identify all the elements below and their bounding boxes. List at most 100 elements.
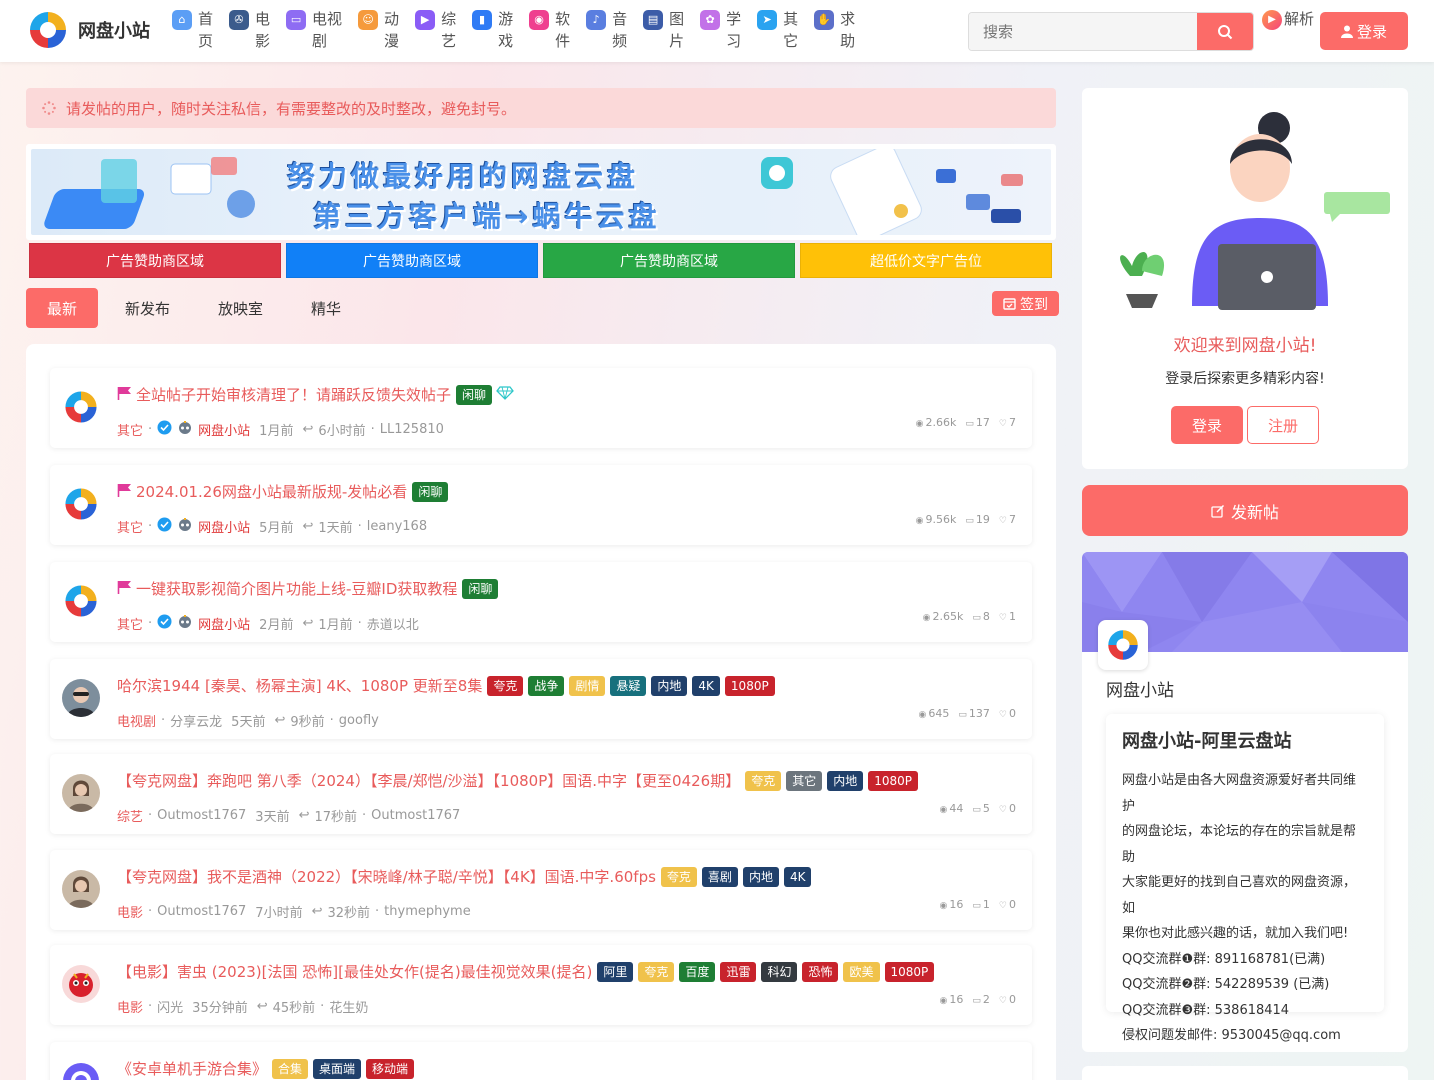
nav-item-film-reel[interactable]: ✇ 电影	[229, 8, 270, 52]
post-tag[interactable]: 4K	[692, 675, 720, 696]
post-tag[interactable]: 夸克	[638, 961, 675, 982]
search-input[interactable]	[969, 13, 1197, 50]
post-replier[interactable]: 赤道以北	[367, 614, 419, 633]
post-author[interactable]: 分享云龙	[170, 711, 222, 730]
post-category[interactable]: 其它	[117, 420, 143, 439]
user-avatar[interactable]	[62, 774, 100, 812]
post-author[interactable]: Outmost1767	[157, 904, 246, 919]
post-author[interactable]: 网盘小站	[198, 517, 250, 536]
post-card[interactable]: 一键获取影视简介图片功能上线-豆瓣ID获取教程 闲聊 其它 · 网盘小站 2月前 ↩ 1月前 ·…	[50, 562, 1032, 642]
post-card[interactable]: 【电影】害虫 (2023)[法国 恐怖][最佳处女作(提名)最佳视觉效果(提名)…	[50, 945, 1032, 1025]
promo-banner[interactable]: 努力做最好用的网盘云盘 第三方客户端→蜗牛云盘	[26, 144, 1056, 240]
post-tag[interactable]: 剧情	[569, 675, 606, 696]
tab-1[interactable]: 新发布	[104, 288, 191, 328]
post-tag[interactable]: 欧美	[843, 961, 880, 982]
post-replier[interactable]: goofly	[339, 713, 379, 728]
nav-item-study[interactable]: ✿ 学习	[700, 8, 741, 52]
post-card[interactable]: 2024.01.26网盘小站最新版规-发帖必看 闲聊 其它 · 网盘小站 5月前 ↩ 1天前 ·…	[50, 465, 1032, 545]
nav-item-anime-face[interactable]: ☺ 动漫	[358, 8, 399, 52]
post-tag[interactable]: 夸克	[660, 866, 697, 887]
post-tag[interactable]: 喜剧	[701, 866, 738, 887]
nav-item-parse[interactable]: ▶ 解析	[1262, 8, 1314, 30]
new-post-button[interactable]: 发新帖	[1082, 485, 1408, 536]
post-category[interactable]: 电影	[117, 902, 143, 921]
post-title[interactable]: 一键获取影视简介图片功能上线-豆瓣ID获取教程	[136, 578, 457, 599]
nav-item-software[interactable]: ◉ 软件	[529, 8, 570, 52]
post-author[interactable]: 网盘小站	[198, 614, 250, 633]
post-title[interactable]: 【夸克网盘】我不是酒神（2022）【宋晓峰/林子聪/辛悦】【4K】国语.中字.6…	[117, 866, 656, 887]
post-replier[interactable]: leany168	[367, 519, 427, 534]
post-tag[interactable]: 内地	[742, 866, 779, 887]
post-replier[interactable]: thymephyme	[384, 904, 471, 919]
post-replier[interactable]: 花生奶	[329, 997, 368, 1016]
post-tag[interactable]: 科幻	[761, 961, 798, 982]
tab-2[interactable]: 放映室	[197, 288, 284, 328]
post-card[interactable]: 哈尔滨1944 [秦昊、杨幂主演] 4K、1080P 更新至8集 夸克 战争 剧情 悬疑…	[50, 659, 1032, 739]
nav-item-audio[interactable]: ♪ 音频	[586, 8, 627, 52]
post-tag[interactable]: 闲聊	[456, 384, 493, 405]
post-replier[interactable]: Outmost1767	[371, 808, 460, 823]
user-avatar[interactable]	[62, 870, 100, 908]
user-avatar[interactable]	[62, 965, 100, 1003]
post-tag[interactable]: 闲聊	[462, 578, 499, 599]
sidebar-login-button[interactable]: 登录	[1171, 406, 1243, 444]
post-tag[interactable]: 内地	[827, 770, 864, 791]
post-replier[interactable]: LL125810	[380, 422, 444, 437]
post-category[interactable]: 电视剧	[117, 711, 156, 730]
post-author[interactable]: Outmost1767	[157, 808, 246, 823]
post-tag[interactable]: 恐怖	[802, 961, 839, 982]
post-tag[interactable]: 1080P	[724, 675, 775, 696]
post-title[interactable]: 2024.01.26网盘小站最新版规-发帖必看	[136, 481, 407, 502]
nav-item-paper-plane[interactable]: ➤ 其它	[757, 8, 798, 52]
post-tag[interactable]: 1080P	[884, 961, 935, 982]
nav-item-tv[interactable]: ▭ 电视剧	[286, 8, 342, 52]
post-title[interactable]: 【夸克网盘】奔跑吧 第八季（2024）【李晨/郑恺/沙溢】【1080P】国语.中…	[117, 770, 740, 791]
post-tag[interactable]: 其它	[786, 770, 823, 791]
post-tag[interactable]: 4K	[783, 866, 812, 887]
post-tag[interactable]: 内地	[651, 675, 688, 696]
ad-slot[interactable]: 广告赞助商区域	[29, 243, 281, 278]
site-logo[interactable]: 网盘小站	[26, 8, 150, 52]
signin-button[interactable]: 签到	[992, 291, 1059, 316]
post-title[interactable]: 哈尔滨1944 [秦昊、杨幂主演] 4K、1080P 更新至8集	[117, 675, 482, 696]
post-title[interactable]: 全站帖子开始审核清理了！请踊跃反馈失效帖子	[136, 384, 451, 405]
post-tag[interactable]: 桌面端	[313, 1058, 362, 1079]
post-category[interactable]: 电影	[117, 997, 143, 1016]
post-category[interactable]: 其它	[117, 517, 143, 536]
post-tag[interactable]: 迅雷	[720, 961, 757, 982]
post-card[interactable]: 【夸克网盘】我不是酒神（2022）【宋晓峰/林子聪/辛悦】【4K】国语.中字.6…	[50, 850, 1032, 930]
nav-item-chart-game[interactable]: ▮ 游戏	[472, 8, 513, 52]
post-tag[interactable]: 阿里	[597, 961, 634, 982]
post-card[interactable]: 《安卓单机手游合集》 合集 桌面端 移动端	[50, 1042, 1032, 1080]
post-author[interactable]: 网盘小站	[198, 420, 250, 439]
nav-item-handshake[interactable]: ✋ 求助	[814, 8, 855, 52]
post-tag[interactable]: 夸克	[745, 770, 782, 791]
nav-item-book-image[interactable]: ▤ 图片	[643, 8, 684, 52]
post-tag[interactable]: 1080P	[868, 770, 919, 791]
user-avatar[interactable]	[62, 1062, 100, 1080]
ad-slot[interactable]: 广告赞助商区域	[286, 243, 538, 278]
post-tag[interactable]: 悬疑	[610, 675, 647, 696]
nav-item-play-circle[interactable]: ▶ 综艺	[415, 8, 456, 52]
post-tag[interactable]: 战争	[528, 675, 565, 696]
search-button[interactable]	[1197, 13, 1253, 50]
post-tag[interactable]: 夸克	[487, 675, 524, 696]
ad-slot[interactable]: 超低价文字广告位	[800, 243, 1052, 278]
post-tag[interactable]: 合集	[272, 1058, 309, 1079]
site-logo-avatar[interactable]	[62, 388, 100, 426]
post-author[interactable]: 闪光	[157, 997, 183, 1016]
user-avatar[interactable]	[62, 679, 100, 717]
post-title[interactable]: 《安卓单机手游合集》	[117, 1058, 267, 1079]
tab-3[interactable]: 精华	[290, 288, 362, 328]
sidebar-register-button[interactable]: 注册	[1247, 406, 1319, 444]
post-card[interactable]: 【夸克网盘】奔跑吧 第八季（2024）【李晨/郑恺/沙溢】【1080P】国语.中…	[50, 754, 1032, 834]
post-tag[interactable]: 百度	[679, 961, 716, 982]
login-button[interactable]: 登录	[1320, 12, 1408, 50]
post-title[interactable]: 【电影】害虫 (2023)[法国 恐怖][最佳处女作(提名)最佳视觉效果(提名)	[117, 961, 592, 982]
site-logo-avatar[interactable]	[62, 582, 100, 620]
post-category[interactable]: 其它	[117, 614, 143, 633]
site-avatar[interactable]	[1098, 620, 1148, 670]
nav-item-home[interactable]: ⌂ 首页	[172, 8, 213, 52]
post-category[interactable]: 综艺	[117, 806, 143, 825]
post-tag[interactable]: 闲聊	[412, 481, 449, 502]
